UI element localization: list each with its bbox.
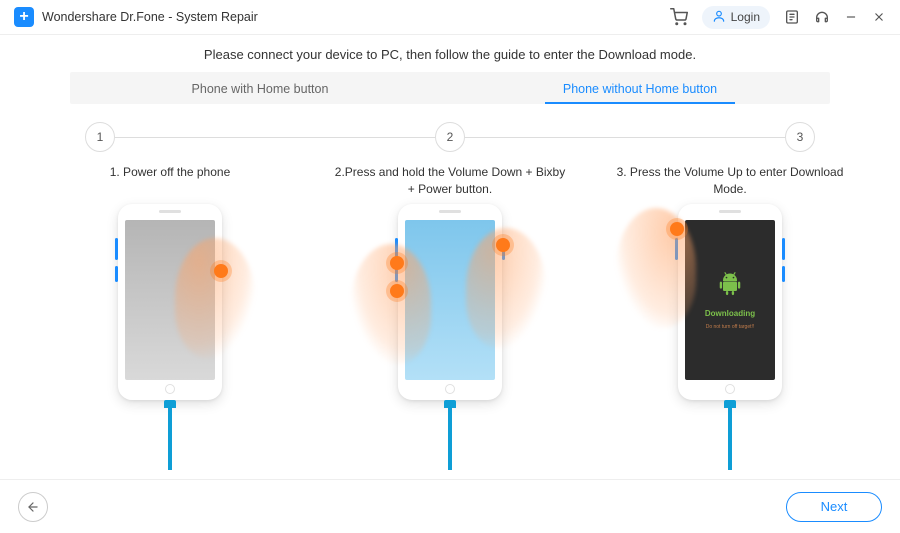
app-title: Wondershare Dr.Fone - System Repair: [42, 10, 258, 24]
phone-illustration: Downloading Do not turn off target!!: [678, 204, 782, 400]
app-logo-icon: +: [14, 7, 34, 27]
feedback-icon[interactable]: [784, 9, 800, 25]
instruction-text: Please connect your device to PC, then f…: [0, 35, 900, 72]
steps-row: 1. Power off the phone 2.Press and hold …: [40, 164, 860, 464]
cable-icon: [444, 400, 456, 470]
step-circle-3: 3: [785, 122, 815, 152]
step-line: [115, 137, 435, 138]
download-subtitle: Do not turn off target!!: [706, 324, 755, 330]
step-2-label: 2.Press and hold the Volume Down + Bixby…: [320, 164, 580, 198]
login-label: Login: [731, 10, 760, 24]
user-icon: [712, 9, 726, 26]
tab-home-button[interactable]: Phone with Home button: [70, 72, 450, 104]
phone-illustration: [398, 204, 502, 400]
cable-icon: [164, 400, 176, 470]
step-2: 2.Press and hold the Volume Down + Bixby…: [320, 164, 580, 464]
back-button[interactable]: [18, 492, 48, 522]
step-1-label: 1. Power off the phone: [40, 164, 300, 198]
phone-illustration: [118, 204, 222, 400]
step-1: 1. Power off the phone: [40, 164, 300, 464]
android-icon: [716, 270, 744, 303]
step-3: 3. Press the Volume Up to enter Download…: [600, 164, 860, 464]
login-button[interactable]: Login: [702, 6, 770, 29]
support-icon[interactable]: [814, 9, 830, 25]
next-button[interactable]: Next: [786, 492, 882, 522]
minimize-button[interactable]: [844, 10, 858, 24]
download-title: Downloading: [705, 309, 755, 318]
step-3-label: 3. Press the Volume Up to enter Download…: [600, 164, 860, 198]
cart-icon[interactable]: [670, 8, 688, 26]
tabs: Phone with Home button Phone without Hom…: [70, 72, 830, 104]
step-3-illustration: Downloading Do not turn off target!!: [600, 204, 860, 464]
step-circle-1: 1: [85, 122, 115, 152]
titlebar-left: + Wondershare Dr.Fone - System Repair: [14, 7, 258, 27]
tab-no-home-button[interactable]: Phone without Home button: [450, 72, 830, 104]
titlebar: + Wondershare Dr.Fone - System Repair Lo…: [0, 0, 900, 34]
step-1-illustration: [40, 204, 300, 464]
step-circle-2: 2: [435, 122, 465, 152]
footer: Next: [0, 479, 900, 533]
stepper: 1 2 3: [85, 122, 815, 152]
close-button[interactable]: [872, 10, 886, 24]
titlebar-right: Login: [670, 6, 886, 29]
cable-icon: [724, 400, 736, 470]
step-2-illustration: [320, 204, 580, 464]
step-line: [465, 137, 785, 138]
